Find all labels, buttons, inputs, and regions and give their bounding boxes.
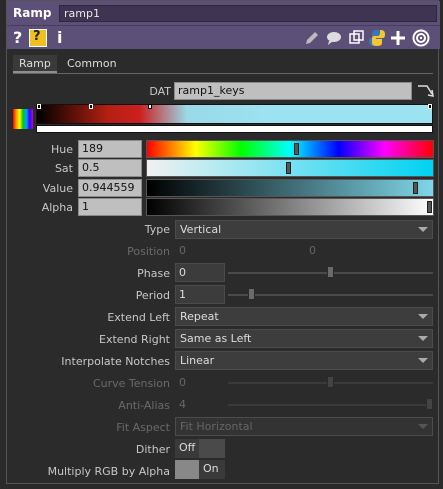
chevron-down-icon: [418, 336, 428, 341]
multiply-rgb-by-alpha-toggle[interactable]: On: [175, 460, 225, 479]
python-icon[interactable]: [368, 29, 386, 47]
dat-field[interactable]: ramp1_keys: [174, 82, 412, 100]
curve-tension-slider-handle[interactable]: [327, 376, 334, 388]
sat-slider[interactable]: [146, 159, 434, 177]
anti-alias-field[interactable]: 4: [175, 395, 225, 414]
value-field[interactable]: 0.944559: [78, 179, 142, 197]
extend-left-dropdown[interactable]: Repeat: [175, 307, 433, 326]
period-label: Period: [135, 289, 170, 302]
hue-field[interactable]: 189: [78, 140, 142, 158]
alpha-label: Alpha: [41, 201, 73, 214]
sat-label: Sat: [54, 162, 73, 175]
alpha-slider[interactable]: [146, 198, 434, 216]
interpolate-notches-dropdown[interactable]: Linear: [175, 351, 433, 370]
chevron-down-icon: [418, 227, 428, 232]
operator-name-field[interactable]: ramp1: [59, 5, 437, 22]
chevron-down-icon: [418, 314, 428, 319]
type-label: Type: [144, 223, 170, 236]
interpolate-notches-value: Linear: [180, 354, 215, 367]
period-slider[interactable]: [228, 294, 433, 296]
ramp-key-handle[interactable]: [89, 104, 93, 109]
sat-slider-handle[interactable]: [286, 162, 291, 174]
value-slider-handle[interactable]: [413, 182, 418, 194]
dat-label: DAT: [149, 85, 171, 98]
position-x-field[interactable]: 0: [175, 241, 215, 260]
dither-state: Off: [175, 439, 199, 458]
phase-field[interactable]: 0: [175, 263, 225, 282]
sat-field[interactable]: 0.5: [78, 159, 142, 177]
color-picker-icon[interactable]: [13, 109, 33, 129]
type-dropdown[interactable]: Vertical: [175, 220, 433, 239]
extend-right-label: Extend Right: [99, 333, 170, 346]
period-field[interactable]: 1: [175, 285, 225, 304]
help-icon[interactable]: ?: [13, 28, 22, 47]
hue-slider-handle[interactable]: [294, 143, 299, 155]
hue-slider[interactable]: [146, 140, 434, 158]
operator-type: Ramp: [13, 6, 52, 20]
dither-toggle[interactable]: Off: [175, 439, 225, 458]
dither-label: Dither: [135, 443, 170, 456]
extend-left-label: Extend Left: [107, 311, 170, 324]
multiply-state: On: [199, 460, 225, 479]
position-label: Position: [127, 245, 170, 258]
comment-icon[interactable]: [325, 29, 343, 47]
extend-right-dropdown[interactable]: Same as Left: [175, 329, 433, 348]
icon-bar: ? ? i: [7, 26, 440, 49]
curve-tension-field[interactable]: 0: [175, 373, 225, 392]
interpolate-notches-label: Interpolate Notches: [61, 355, 170, 368]
add-icon[interactable]: [389, 29, 407, 47]
title-bar: Ramp ramp1: [7, 1, 440, 26]
target-icon[interactable]: [412, 29, 430, 47]
period-slider-handle[interactable]: [248, 288, 255, 300]
fit-aspect-dropdown[interactable]: Fit Horizontal: [175, 417, 433, 436]
ramp-parameter-panel: Ramp ramp1 ? ? i Ramp Common DAT ramp1_k…: [6, 0, 440, 484]
multiply-toggle-knob: [175, 460, 199, 479]
dat-edit-arrow-icon[interactable]: [415, 81, 435, 101]
extend-left-value: Repeat: [180, 310, 219, 323]
curve-tension-label: Curve Tension: [92, 377, 170, 390]
anti-alias-slider-handle[interactable]: [426, 398, 433, 410]
fit-aspect-value: Fit Horizontal: [180, 420, 253, 433]
multiply-rgb-by-alpha-label: Multiply RGB by Alpha: [47, 465, 170, 478]
pencil-icon[interactable]: [303, 29, 321, 47]
hue-label: Hue: [50, 143, 73, 156]
chevron-down-icon: [418, 424, 428, 429]
tab-divider: [13, 73, 433, 74]
tab-common[interactable]: Common: [61, 55, 123, 73]
ramp-key-handle[interactable]: [37, 104, 41, 109]
python-help-icon[interactable]: ?: [29, 29, 47, 47]
anti-alias-slider[interactable]: [228, 404, 433, 406]
ramp-key-handle[interactable]: [428, 104, 432, 109]
info-icon[interactable]: i: [57, 28, 62, 47]
alpha-field[interactable]: 1: [78, 198, 142, 216]
phase-slider-handle[interactable]: [327, 266, 334, 278]
page-tabs: Ramp Common: [7, 53, 440, 73]
value-slider[interactable]: [146, 179, 434, 197]
ramp-alpha-strip: [36, 125, 433, 133]
value-label: Value: [42, 182, 73, 195]
fit-aspect-label: Fit Aspect: [116, 421, 170, 434]
ramp-key-handle[interactable]: [148, 104, 152, 109]
alpha-slider-handle[interactable]: [427, 201, 432, 213]
phase-label: Phase: [137, 267, 170, 280]
position-y-field[interactable]: 0: [305, 241, 345, 260]
type-value: Vertical: [180, 223, 222, 236]
clone-icon[interactable]: [347, 29, 365, 47]
chevron-down-icon: [418, 358, 428, 363]
tab-ramp[interactable]: Ramp: [13, 55, 57, 73]
ramp-gradient-preview[interactable]: [36, 104, 433, 124]
extend-right-value: Same as Left: [180, 332, 252, 345]
anti-alias-label: Anti-Alias: [118, 399, 170, 412]
dither-toggle-knob: [199, 439, 225, 458]
